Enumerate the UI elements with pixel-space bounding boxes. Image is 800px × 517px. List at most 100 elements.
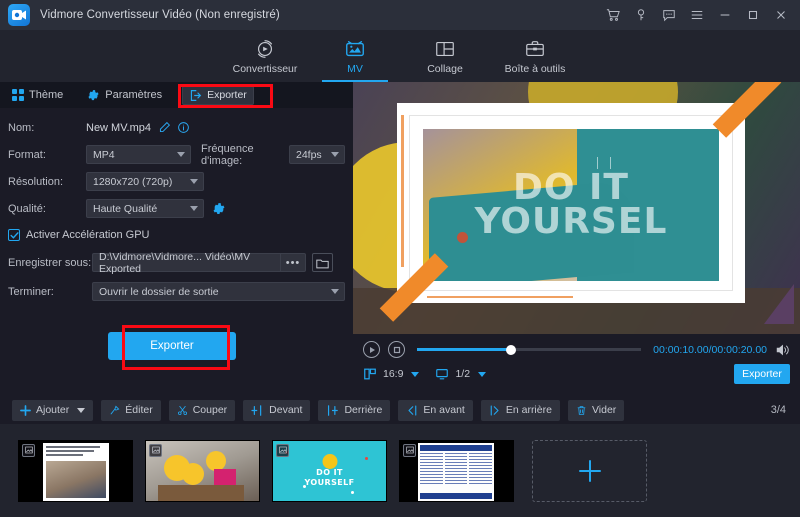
- aspect-ratio-chevron-down-icon[interactable]: [411, 371, 420, 377]
- converter-icon: [254, 37, 276, 61]
- saveto-path-input[interactable]: D:\Vidmore\Vidmore... Vidéo\MV Exported: [92, 251, 280, 275]
- chevron-down-icon: [190, 206, 198, 211]
- row-resolution: Résolution: 1280x720 (720p): [8, 168, 345, 195]
- minimize-icon[interactable]: [712, 2, 738, 28]
- subtab-exporter[interactable]: Exporter: [182, 85, 254, 105]
- move-forward-button[interactable]: En avant: [398, 399, 473, 421]
- move-forward-icon: [406, 404, 418, 416]
- chevron-down-icon: [177, 152, 185, 157]
- quality-select[interactable]: Haute Qualité: [86, 199, 204, 218]
- theme-icon: [12, 89, 24, 101]
- collage-icon: [434, 37, 456, 61]
- format-value: MP4: [93, 148, 115, 161]
- tab-collage-label: Collage: [427, 63, 463, 75]
- play-icon[interactable]: [363, 341, 380, 358]
- clear-button[interactable]: Vider: [567, 399, 625, 421]
- clip-toolbar: Ajouter Éditer Couper Devant Derrière En…: [0, 396, 800, 424]
- thumbnail-clip-3[interactable]: DO IT YOURSELF: [272, 439, 387, 502]
- tab-mv[interactable]: MV: [310, 30, 400, 82]
- thumb2-emoji-b: [182, 462, 204, 485]
- preview-export-button[interactable]: Exporter: [734, 364, 790, 384]
- add-button[interactable]: Ajouter: [12, 399, 94, 421]
- preview-orange-bar-left: [401, 115, 404, 267]
- add-clip-tile[interactable]: [532, 439, 647, 502]
- row-name: Nom: New MV.mp4: [8, 114, 345, 141]
- move-backward-icon: [489, 404, 501, 416]
- thumbnail-clip-1[interactable]: [18, 439, 133, 502]
- page-counter: 3/4: [770, 404, 786, 416]
- video-preview[interactable]: DO IT YOURSEL: [353, 82, 800, 334]
- maximize-icon[interactable]: [740, 2, 766, 28]
- row-finish: Terminer: Ouvrir le dossier de sortie: [8, 278, 345, 305]
- vidmore-logo: [8, 4, 30, 26]
- tab-convertisseur[interactable]: Convertisseur: [220, 30, 310, 82]
- volume-icon[interactable]: [775, 343, 790, 357]
- move-backward-button[interactable]: En arrière: [480, 399, 560, 421]
- finish-action-select[interactable]: Ouvrir le dossier de sortie: [92, 282, 345, 301]
- thumbnail-clip-2[interactable]: [145, 439, 260, 502]
- subtab-exporter-label: Exporter: [207, 89, 247, 101]
- menu-icon[interactable]: [684, 2, 710, 28]
- thumb4-footer: [420, 492, 492, 499]
- thumb1-photo: [46, 460, 106, 498]
- chevron-down-icon: [331, 152, 339, 157]
- aspect-ratio-icon: [363, 367, 377, 381]
- gpu-acceleration-row[interactable]: Activer Accélération GPU: [8, 223, 345, 247]
- insert-after-label: Derrière: [344, 404, 383, 416]
- format-label: Format:: [8, 148, 46, 161]
- export-button[interactable]: Exporter: [108, 332, 236, 360]
- open-folder-icon[interactable]: [312, 253, 333, 272]
- seek-handle[interactable]: [506, 344, 517, 355]
- subtab-parametres-label: Paramètres: [105, 89, 163, 101]
- name-value: New MV.mp4: [86, 121, 152, 134]
- zoom-chevron-down-icon[interactable]: [478, 371, 487, 377]
- key-icon[interactable]: [628, 2, 654, 28]
- seek-slider[interactable]: [417, 344, 642, 355]
- plus-icon: [20, 404, 31, 416]
- thumb3-confetti-b: [365, 456, 368, 460]
- rename-pencil-icon[interactable]: [158, 121, 171, 134]
- advanced-settings-gear-icon[interactable]: [212, 202, 226, 216]
- tab-boite-a-outils[interactable]: Boîte à outils: [490, 30, 580, 82]
- thumb3-confetti-d: [351, 490, 354, 494]
- player-row-options: 16:9 1/2 Exporter: [363, 364, 790, 384]
- player-row-transport: 00:00:10.00/00:00:20.00: [363, 341, 790, 358]
- thumb4-header: [420, 444, 492, 451]
- thumb4-col-3: [469, 452, 493, 486]
- export-button-wrapper: Exporter: [108, 332, 236, 360]
- toolbox-icon: [524, 37, 546, 61]
- tab-convertisseur-label: Convertisseur: [232, 63, 298, 75]
- finish-value: Ouvrir le dossier de sortie: [99, 285, 219, 298]
- insert-before-button[interactable]: Devant: [243, 399, 311, 421]
- insert-after-button[interactable]: Derrière: [318, 399, 391, 421]
- name-label: Nom:: [8, 121, 35, 134]
- feedback-icon[interactable]: [656, 2, 682, 28]
- preview-overlay-text: DO IT YOURSEL: [475, 169, 668, 239]
- cart-icon[interactable]: [600, 2, 626, 28]
- info-icon[interactable]: [177, 121, 190, 134]
- framerate-select[interactable]: 24fps: [289, 145, 345, 164]
- thumb3-emoji-icon: [322, 453, 337, 469]
- thumbnail-clip-4[interactable]: [399, 439, 514, 502]
- export-settings-panel: Nom: New MV.mp4 Format: MP4 Fréquence d'…: [0, 108, 353, 392]
- chevron-down-icon[interactable]: [77, 407, 86, 413]
- tab-collage[interactable]: Collage: [400, 30, 490, 82]
- preview-white-frame: DO IT YOURSEL: [397, 103, 745, 303]
- stop-icon[interactable]: [388, 341, 405, 358]
- subtab-theme[interactable]: Thème: [0, 82, 75, 108]
- thumb1-document: [43, 442, 109, 501]
- resolution-value: 1280x720 (720p): [93, 175, 173, 188]
- edit-button[interactable]: Éditer: [101, 399, 161, 421]
- subtab-parametres[interactable]: Paramètres: [75, 82, 174, 108]
- resolution-select[interactable]: 1280x720 (720p): [86, 172, 204, 191]
- format-select[interactable]: MP4: [86, 145, 191, 164]
- zoom-icon: [435, 367, 449, 381]
- close-icon[interactable]: [768, 2, 794, 28]
- cut-button-label: Couper: [192, 404, 228, 416]
- image-badge-icon: [276, 443, 289, 457]
- edit-icon: [109, 405, 120, 416]
- browse-button[interactable]: •••: [280, 253, 306, 272]
- cut-button[interactable]: Couper: [168, 399, 236, 421]
- preview-shape-right: [764, 284, 794, 324]
- gpu-checkbox[interactable]: [8, 229, 20, 241]
